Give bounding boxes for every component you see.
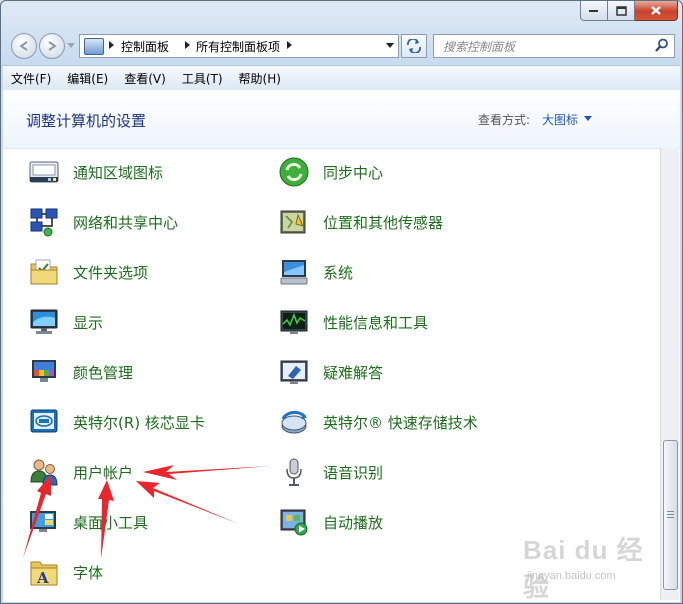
item-label: 用户帐户 bbox=[73, 463, 134, 482]
page-title: 调整计算机的设置 bbox=[26, 112, 147, 130]
item-network-sharing-center[interactable]: 网络和共享中心 bbox=[28, 204, 178, 240]
item-label: 桌面小工具 bbox=[73, 513, 149, 532]
troubleshooting-icon bbox=[280, 360, 308, 384]
view-by-label: 查看方式: bbox=[478, 113, 531, 127]
intel-graphics-icon bbox=[30, 409, 58, 433]
breadcrumb-control-panel[interactable]: 控制面板 bbox=[121, 38, 169, 55]
desktop-gadgets-icon bbox=[30, 511, 56, 532]
item-label: 同步中心 bbox=[323, 163, 384, 182]
performance-icon bbox=[280, 310, 308, 334]
control-panel-icon bbox=[84, 38, 104, 55]
grip-line bbox=[667, 511, 674, 512]
item-notification-area-icons[interactable]: 通知区域图标 bbox=[28, 154, 163, 190]
user-accounts-icon bbox=[30, 459, 58, 486]
refresh-button[interactable] bbox=[401, 34, 427, 58]
item-location-sensors[interactable]: 位置和其他传感器 bbox=[278, 204, 443, 240]
item-intel-graphics[interactable]: 英特尔(R) 核芯显卡 bbox=[28, 404, 205, 440]
forward-arrow-icon bbox=[48, 41, 57, 51]
item-label: 英特尔(R) 核芯显卡 bbox=[73, 413, 205, 432]
item-color-management[interactable]: 颜色管理 bbox=[28, 354, 133, 390]
view-by-chevron-icon[interactable] bbox=[584, 116, 592, 121]
item-user-accounts[interactable]: 用户帐户 bbox=[28, 454, 133, 490]
item-label: 显示 bbox=[73, 313, 104, 332]
watermark-brand: Bai du 经验 bbox=[523, 535, 644, 602]
close-button[interactable] bbox=[635, 1, 678, 21]
menu-bar: 文件(F) 编辑(E) 查看(V) 工具(T) 帮助(H) bbox=[3, 65, 680, 91]
caption-buttons bbox=[580, 1, 678, 21]
item-label: 系统 bbox=[323, 263, 354, 282]
display-monitor-icon bbox=[30, 309, 58, 334]
recent-pages-chevron-icon[interactable] bbox=[67, 43, 75, 49]
item-label: 位置和其他传感器 bbox=[323, 213, 444, 232]
item-label: 通知区域图标 bbox=[73, 163, 164, 182]
fonts-icon: A bbox=[30, 561, 58, 587]
color-management-icon bbox=[32, 360, 56, 382]
breadcrumb-separator-icon[interactable] bbox=[109, 41, 114, 49]
breadcrumb-separator-icon[interactable] bbox=[287, 41, 292, 49]
menu-file[interactable]: 文件(F) bbox=[3, 66, 59, 90]
item-folder-options[interactable]: 文件夹选项 bbox=[28, 254, 148, 290]
vertical-scrollbar[interactable] bbox=[660, 148, 679, 600]
view-by-dropdown[interactable]: 大图标 bbox=[542, 111, 578, 128]
sync-center-icon bbox=[279, 157, 309, 187]
item-speech-recognition[interactable]: 语音识别 bbox=[278, 454, 383, 490]
notification-area-icon bbox=[29, 161, 59, 183]
menu-view[interactable]: 查看(V) bbox=[116, 66, 174, 90]
minimize-button[interactable] bbox=[580, 1, 608, 21]
forward-button[interactable] bbox=[39, 33, 65, 59]
location-sensors-icon bbox=[280, 210, 306, 234]
item-intel-rapid-storage[interactable]: 英特尔® 快速存储技术 bbox=[278, 404, 478, 440]
control-panel-window: 控制面板 所有控制面板项 搜索控制面板 文件(F) 编辑(E) 查看(V) 工具… bbox=[0, 0, 683, 604]
item-troubleshooting[interactable]: 疑难解答 bbox=[278, 354, 383, 390]
item-label: 疑难解答 bbox=[323, 363, 384, 382]
back-button[interactable] bbox=[11, 33, 37, 59]
watermark-url: jingyan.baidu.com bbox=[527, 570, 616, 582]
microphone-icon bbox=[286, 458, 302, 486]
folder-icon bbox=[30, 259, 58, 285]
grip-line bbox=[667, 517, 674, 518]
network-icon bbox=[30, 208, 58, 237]
breadcrumb-all-items[interactable]: 所有控制面板项 bbox=[196, 38, 280, 55]
item-label: 英特尔® 快速存储技术 bbox=[323, 413, 478, 432]
system-icon bbox=[280, 260, 308, 285]
close-icon bbox=[651, 6, 661, 15]
item-sync-center[interactable]: 同步中心 bbox=[278, 154, 383, 190]
search-icon[interactable] bbox=[655, 38, 669, 52]
item-label: 性能信息和工具 bbox=[323, 313, 429, 332]
item-performance-info[interactable]: 性能信息和工具 bbox=[278, 304, 428, 340]
address-dropdown-icon[interactable] bbox=[386, 43, 394, 48]
address-bar[interactable]: 控制面板 所有控制面板项 bbox=[79, 34, 399, 58]
item-label: 网络和共享中心 bbox=[73, 213, 179, 232]
back-arrow-icon bbox=[19, 41, 28, 51]
item-system[interactable]: 系统 bbox=[278, 254, 353, 290]
search-placeholder: 搜索控制面板 bbox=[443, 40, 516, 54]
item-label: 文件夹选项 bbox=[73, 263, 149, 282]
item-display[interactable]: 显示 bbox=[28, 304, 103, 340]
content-header: 调整计算机的设置 查看方式: 大图标 bbox=[3, 90, 680, 149]
baidu-watermark: Bai du 经验 jingyan.baidu.com bbox=[523, 526, 663, 602]
item-desktop-gadgets[interactable]: 桌面小工具 bbox=[28, 504, 148, 540]
item-label: 颜色管理 bbox=[73, 363, 134, 382]
menu-edit[interactable]: 编辑(E) bbox=[59, 66, 116, 90]
search-input[interactable]: 搜索控制面板 bbox=[433, 34, 675, 58]
refresh-icon bbox=[407, 39, 421, 53]
menu-help[interactable]: 帮助(H) bbox=[231, 66, 289, 90]
item-fonts[interactable]: A 字体 bbox=[28, 554, 103, 590]
scrollbar-thumb[interactable] bbox=[663, 440, 678, 590]
minimize-icon bbox=[589, 9, 598, 12]
maximize-icon bbox=[615, 5, 627, 16]
address-row: 控制面板 所有控制面板项 搜索控制面板 bbox=[1, 31, 682, 61]
svg-text:A: A bbox=[36, 569, 49, 587]
item-label: 语音识别 bbox=[323, 463, 384, 482]
intel-storage-icon bbox=[281, 410, 307, 434]
autoplay-icon bbox=[280, 509, 308, 536]
item-label: 自动播放 bbox=[323, 513, 384, 532]
menu-tools[interactable]: 工具(T) bbox=[174, 66, 231, 90]
grip-line bbox=[667, 514, 674, 515]
item-autoplay[interactable]: 自动播放 bbox=[278, 504, 383, 540]
item-label: 字体 bbox=[73, 563, 104, 582]
content-pane: 调整计算机的设置 查看方式: 大图标 通知区域图标 网络和共享中心 文件夹选项 … bbox=[3, 90, 680, 602]
maximize-button[interactable] bbox=[608, 1, 635, 21]
breadcrumb-separator-icon[interactable] bbox=[185, 41, 190, 49]
